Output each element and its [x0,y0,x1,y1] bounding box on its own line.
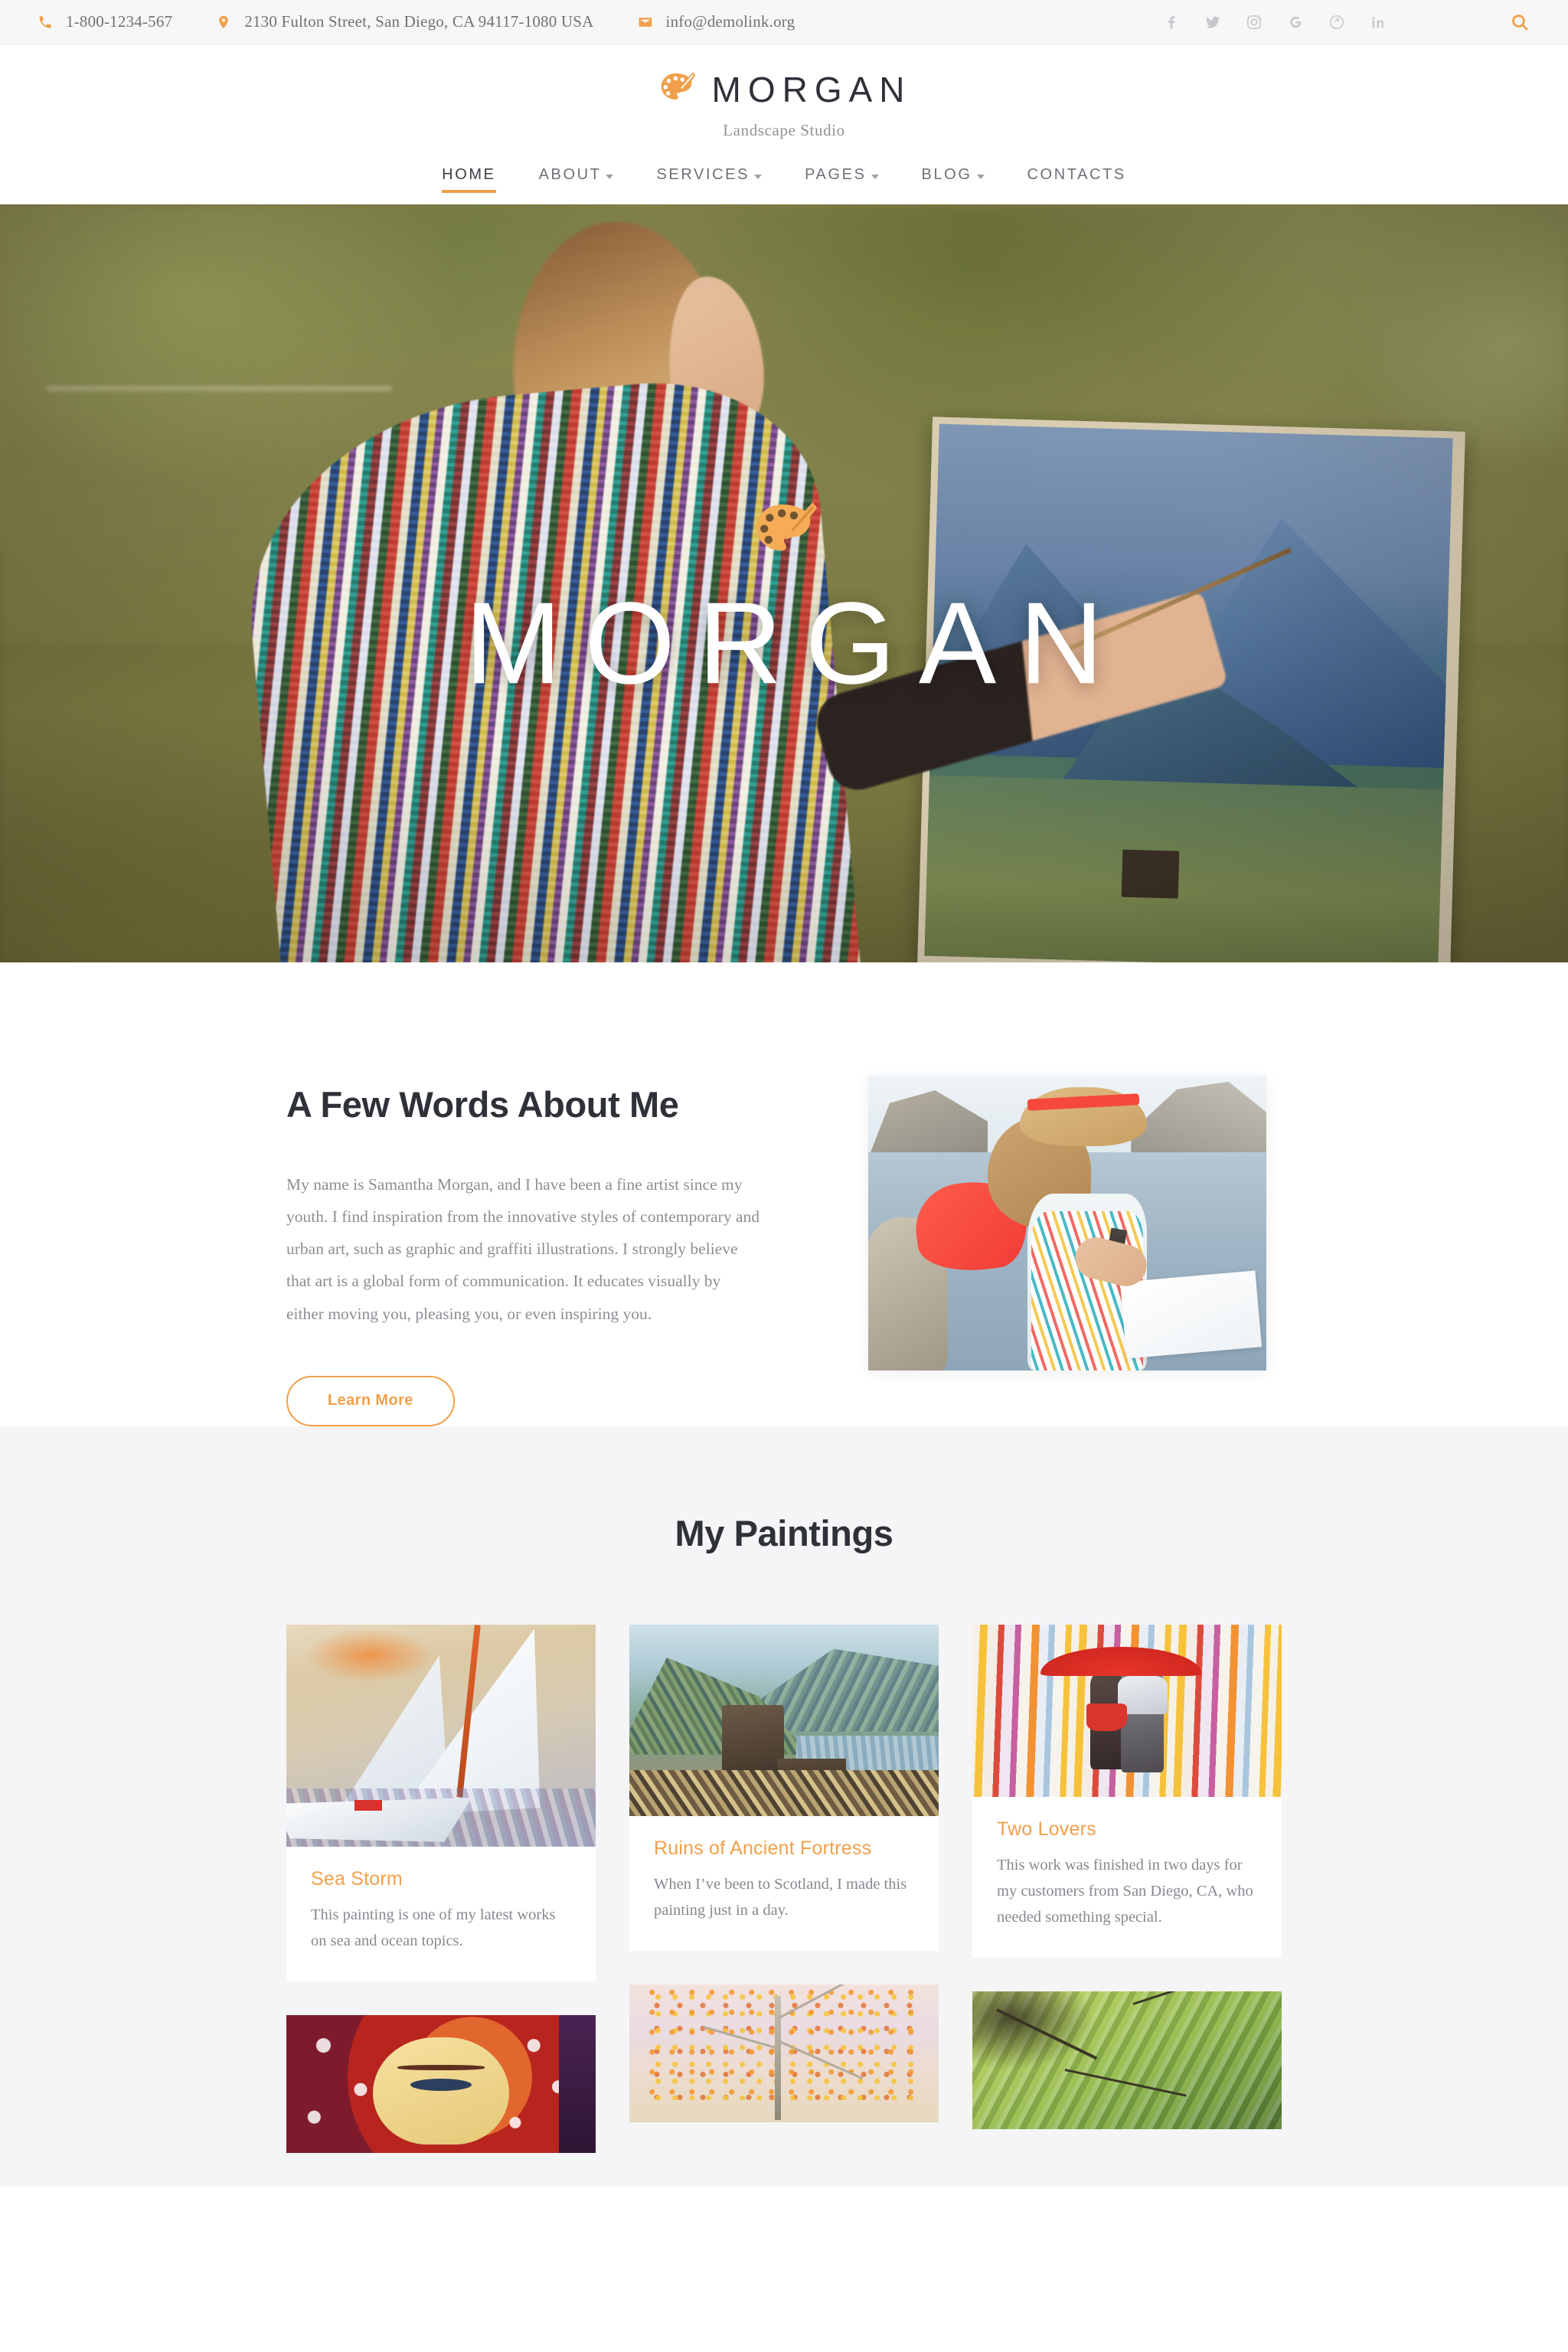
envelope-icon [637,14,654,31]
painting-image-fortress[interactable] [629,1624,939,1816]
painting-card[interactable] [972,1991,1282,2130]
logo-row: MORGAN [657,69,912,110]
nav-label-home: HOME [442,166,496,183]
painting-card[interactable]: Ruins of Ancient Fortress When I’ve been… [629,1624,939,1952]
phone-contact[interactable]: 1-800-1234-567 [37,12,172,31]
painting-caption: Two Lovers This work was finished in two… [972,1797,1282,1958]
nav-label-services: SERVICES [656,166,750,183]
brand-name: MORGAN [711,70,912,109]
phone-icon [37,14,54,31]
map-pin-icon [215,14,232,31]
chevron-down-icon [606,174,614,179]
painting-image-portrait[interactable] [286,2015,596,2154]
brand-tagline: Landscape Studio [723,121,845,139]
painting-image-autumn-tree[interactable] [629,1984,939,2123]
painting-description: This work was finished in two days for m… [997,1857,1253,1926]
painting-caption: Sea Storm This painting is one of my lat… [286,1847,596,1982]
hero-title: MORGAN [465,578,1126,709]
painting-card[interactable] [629,1984,939,2123]
about-text-column: A Few Words About Me My name is Samantha… [286,1076,761,1426]
about-section: A Few Words About Me My name is Samantha… [0,962,1568,1426]
palette-brush-icon [756,502,818,551]
nav-item-pages[interactable]: PAGES [783,166,900,204]
nav-label-pages: PAGES [805,166,867,183]
painting-description: This painting is one of my latest works … [311,1906,556,1950]
nav-item-contacts[interactable]: CONTACTS [1006,166,1148,204]
search-icon[interactable] [1508,11,1531,34]
paintings-section-title: My Paintings [675,1512,893,1553]
about-paragraph: My name is Samantha Morgan, and I have b… [286,1175,760,1323]
nav-item-home[interactable]: HOME [420,166,517,204]
chevron-down-icon [871,174,879,179]
paintings-grid: Sea Storm This painting is one of my lat… [286,1624,1282,2187]
social-links [1162,13,1387,31]
address-text: 2130 Fulton Street, San Diego, CA 94117-… [244,12,594,31]
twitter-icon[interactable] [1204,13,1222,31]
site-header: MORGAN Landscape Studio [0,44,1568,140]
google-icon[interactable] [1286,13,1305,31]
chevron-down-icon [976,174,985,179]
paintings-column-2: Ruins of Ancient Fortress When I’ve been… [629,1624,939,2157]
painting-caption: Ruins of Ancient Fortress When I’ve been… [629,1816,939,1952]
painting-card[interactable]: Two Lovers This work was finished in two… [972,1624,1282,1958]
learn-more-button[interactable]: Learn More [286,1375,455,1426]
main-navigation: HOME ABOUT SERVICES PAGES BLOG CONTACTS [0,140,1568,204]
painting-title: Two Lovers [997,1818,1096,1840]
phone-number: 1-800-1234-567 [66,12,173,31]
paintings-section: My Paintings Sea Storm This painting is … [0,1426,1568,2187]
painting-card[interactable] [286,2015,596,2154]
linkedin-icon[interactable] [1369,13,1387,31]
hero-banner: MORGAN [0,204,1568,962]
nav-item-about[interactable]: ABOUT [518,166,635,204]
about-image-column [868,1076,1282,1370]
paintings-column-1: Sea Storm This painting is one of my lat… [286,1624,596,2187]
address-contact: 2130 Fulton Street, San Diego, CA 94117-… [215,12,593,31]
nav-label-contacts: CONTACTS [1027,166,1126,183]
chevron-down-icon [754,174,763,179]
paintings-column-3: Two Lovers This work was finished in two… [972,1624,1282,2164]
nav-item-blog[interactable]: BLOG [900,166,1006,204]
email-contact[interactable]: info@demolink.org [637,12,795,31]
site-logo[interactable]: MORGAN Landscape Studio [0,69,1568,140]
painting-description: When I’ve been to Scotland, I made this … [654,1876,907,1919]
nav-label-blog: BLOG [921,166,972,183]
about-title: A Few Words About Me [286,1084,679,1125]
hero-content: MORGAN [0,498,1568,701]
nav-item-services[interactable]: SERVICES [635,166,783,204]
painting-image-two-lovers[interactable] [972,1624,1282,1797]
pinterest-icon[interactable] [1328,13,1346,31]
instagram-icon[interactable] [1245,13,1263,31]
painting-image-sea-storm[interactable] [286,1624,596,1847]
email-text: info@demolink.org [665,12,795,31]
about-photo [868,1076,1266,1370]
facebook-icon[interactable] [1162,13,1181,31]
top-contact-bar: 1-800-1234-567 2130 Fulton Street, San D… [0,0,1568,44]
nav-label-about: ABOUT [538,166,602,183]
painting-title: Ruins of Ancient Fortress [654,1837,872,1859]
painting-image-green-abstract[interactable] [972,1991,1282,2130]
painting-card[interactable]: Sea Storm This painting is one of my lat… [286,1624,596,1982]
painting-title: Sea Storm [311,1867,403,1890]
palette-brush-icon [661,72,695,100]
